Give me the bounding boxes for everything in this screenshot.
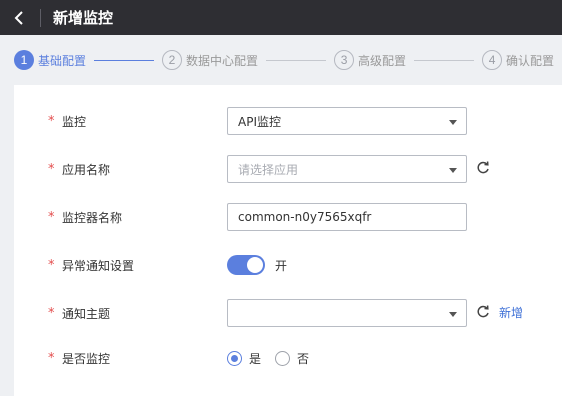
app-name-select[interactable]: 请选择应用 <box>227 155 467 183</box>
step-label: 高级配置 <box>358 53 407 68</box>
required-mark: * <box>48 162 55 177</box>
monitor-label: 监控 <box>62 115 87 129</box>
top-header: 新增监控 <box>0 0 562 35</box>
header-divider <box>40 8 41 27</box>
alert-toggle[interactable] <box>227 255 265 275</box>
step-4[interactable]: 4 确认配置 <box>482 50 554 70</box>
form-row-app-name: * 应用名称 请选择应用 <box>14 155 562 183</box>
form-row-topic: * 通知主题 新增 <box>14 299 562 327</box>
page-title: 新增监控 <box>53 9 114 27</box>
toggle-knob <box>247 257 263 273</box>
form-row-monitor-name: * 监控器名称 <box>14 203 562 231</box>
step-connector <box>414 59 475 61</box>
monitor-name-label: 监控器名称 <box>62 211 123 225</box>
form-panel: * 监控 API监控 * 应用名称 请选择应用 * 监控器名称 common-n… <box>14 85 562 396</box>
back-button[interactable] <box>0 0 40 35</box>
radio-yes-label: 是 <box>249 351 262 366</box>
stepper: 1 基础配置 2 数据中心配置 3 高级配置 4 确认配置 <box>0 35 562 85</box>
radio-no[interactable] <box>275 350 291 366</box>
refresh-icon[interactable] <box>475 304 491 320</box>
caret-down-icon <box>449 168 457 173</box>
chevron-left-icon <box>14 10 23 25</box>
step-number: 2 <box>162 50 183 70</box>
step-number: 4 <box>482 50 503 70</box>
toggle-state-text: 开 <box>275 259 288 273</box>
topic-label: 通知主题 <box>62 307 111 321</box>
enable-monitor-label: 是否监控 <box>62 352 111 366</box>
step-number: 3 <box>334 50 355 70</box>
refresh-icon[interactable] <box>475 160 491 176</box>
step-connector <box>266 59 327 61</box>
radio-yes[interactable] <box>227 350 242 366</box>
radio-no-label: 否 <box>297 351 310 366</box>
step-connector <box>94 59 155 61</box>
required-mark: * <box>48 210 55 225</box>
topic-select[interactable] <box>227 299 467 327</box>
step-2[interactable]: 2 数据中心配置 <box>162 50 258 70</box>
app-name-label: 应用名称 <box>62 163 111 177</box>
required-mark: * <box>48 114 55 129</box>
step-number: 1 <box>14 50 34 70</box>
monitor-type-value: API监控 <box>238 114 281 129</box>
caret-down-icon <box>449 120 457 125</box>
required-mark: * <box>48 258 55 273</box>
alert-setting-label: 异常通知设置 <box>62 259 135 273</box>
step-label: 基础配置 <box>38 53 87 68</box>
required-mark: * <box>48 306 55 321</box>
step-label: 确认配置 <box>506 53 555 68</box>
step-3[interactable]: 3 高级配置 <box>334 50 406 70</box>
required-mark: * <box>48 351 55 366</box>
monitor-name-input[interactable] <box>227 203 467 231</box>
monitor-type-select[interactable]: API监控 <box>227 107 467 135</box>
form-row-alert-setting: * 异常通知设置 开 <box>14 251 562 279</box>
form-row-monitor: * 监控 API监控 <box>14 107 562 135</box>
step-label: 数据中心配置 <box>186 53 259 68</box>
enable-monitor-radio-group: 是 否 <box>227 344 323 372</box>
caret-down-icon <box>449 312 457 317</box>
form-row-enable-monitor: * 是否监控 是 否 <box>14 344 562 372</box>
step-1[interactable]: 1 基础配置 <box>14 50 86 70</box>
app-name-placeholder: 请选择应用 <box>238 162 299 177</box>
add-topic-link[interactable]: 新增 <box>499 304 523 321</box>
